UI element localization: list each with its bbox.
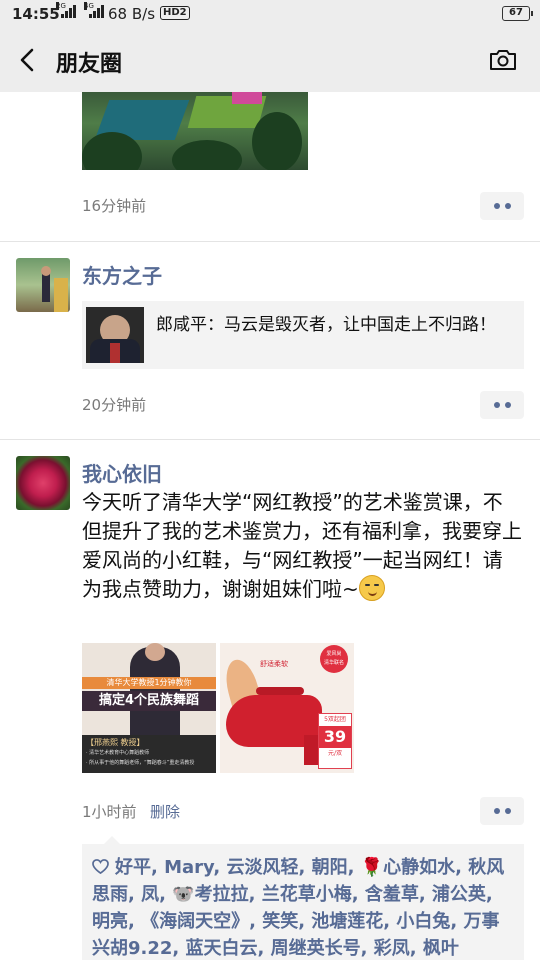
link-title: 郎咸平：马云是毁灭者，让中国走上不归路！ <box>156 315 496 335</box>
smiling-emoji-icon <box>358 575 385 601</box>
camera-icon[interactable] <box>488 48 518 72</box>
dot-icon <box>493 402 500 408</box>
photo-content <box>252 112 302 170</box>
post-divider <box>0 241 540 242</box>
link-thumbnail <box>86 307 144 363</box>
dot-icon <box>493 203 500 209</box>
photo-content <box>232 92 262 104</box>
price-box: 5双起团 39 元/双 <box>318 713 352 769</box>
top-navigation-bar: 朋友圈 <box>0 28 540 92</box>
network-speed: 68 B/s <box>108 5 156 23</box>
comment-like-button[interactable] <box>480 192 524 220</box>
likes-names[interactable]: 好平, Mary, 云淡风轻, 朝阳, 🌹心静如水, 秋风思雨, 凤, 🐨考拉拉… <box>92 857 504 959</box>
network-type-label: 4G <box>84 2 94 10</box>
status-bar: 14:55 2G 4G 68 B/s HD2 67 <box>0 0 540 28</box>
avatar[interactable] <box>16 258 70 312</box>
author-name[interactable]: 我心依旧 <box>82 458 162 487</box>
post-text-content: 今天听了清华大学“网红教授”的艺术鉴赏课，不但提升了我的艺术鉴赏力，还有福利拿，… <box>82 490 522 601</box>
heart-icon <box>92 859 109 874</box>
page-title: 朋友圈 <box>56 52 123 77</box>
author-name[interactable]: 东方之子 <box>82 260 162 289</box>
post-image[interactable]: 清华大学教授1分钟教你 搞定4个民族舞蹈 【邢燕熙 教授】 · 清华艺术教育中心… <box>82 643 216 773</box>
signal-strength-icon: 4G <box>84 2 104 18</box>
price-unit: 元/双 <box>327 750 343 757</box>
signal-indicators: 2G 4G <box>56 2 104 18</box>
image-headline: 搞定4个民族舞蹈 <box>82 691 216 711</box>
photo-content <box>172 140 242 170</box>
post-time: 1小时前 <box>82 803 137 821</box>
post-time: 20分钟前 <box>82 396 147 414</box>
corner-tag-text: 爱风尚 <box>326 651 342 657</box>
comment-like-button[interactable] <box>480 797 524 825</box>
battery-icon: 67 <box>502 6 533 21</box>
image-note: · 清华艺术教育中心舞蹈教师 <box>86 750 150 756</box>
dot-icon <box>504 402 511 408</box>
dot-icon <box>504 203 511 209</box>
image-caption: 【邢燕熙 教授】 <box>86 738 145 747</box>
post-text: 今天听了清华大学“网红教授”的艺术鉴赏课，不但提升了我的艺术鉴赏力，还有福利拿，… <box>82 488 522 604</box>
post-divider <box>0 439 540 440</box>
shared-link-card[interactable]: 郎咸平：马云是毁灭者，让中国走上不归路！ <box>82 301 524 369</box>
dot-icon <box>493 808 500 814</box>
shoe-heel <box>304 735 318 765</box>
dot-icon <box>504 808 511 814</box>
likes-list: 好平, Mary, 云淡风轻, 朝阳, 🌹心静如水, 秋风思雨, 凤, 🐨考拉拉… <box>82 836 524 960</box>
chevron-left-icon[interactable] <box>14 46 42 74</box>
signal-strength-icon: 2G <box>56 2 76 18</box>
comment-like-button[interactable] <box>480 391 524 419</box>
avatar[interactable] <box>16 456 70 510</box>
delete-link[interactable]: 删除 <box>150 801 180 822</box>
shoe-strap <box>256 687 304 695</box>
status-time: 14:55 <box>12 5 60 23</box>
image-caption-line: 清华大学教授1分钟教你 <box>82 677 216 689</box>
hd-voice-icon: HD2 <box>160 6 190 20</box>
product-badge: 舒适柔软 <box>260 660 288 668</box>
post-time: 16分钟前 <box>82 197 147 215</box>
post-photo[interactable] <box>82 92 308 170</box>
image-note: · 所从事于他的舞蹈老师，“舞蹈春斗”重走清教授 <box>86 760 195 766</box>
price-label: 5双起团 <box>324 716 346 723</box>
corner-tag-text: 清华联名 <box>323 660 344 666</box>
corner-tag: 爱风尚 清华联名 <box>320 645 348 673</box>
post-image[interactable]: 舒适柔软 爱风尚 清华联名 5双起团 39 元/双 <box>220 643 354 773</box>
network-type-label: 2G <box>56 2 66 10</box>
price-value: 39 <box>319 726 351 748</box>
battery-level: 67 <box>509 7 523 18</box>
